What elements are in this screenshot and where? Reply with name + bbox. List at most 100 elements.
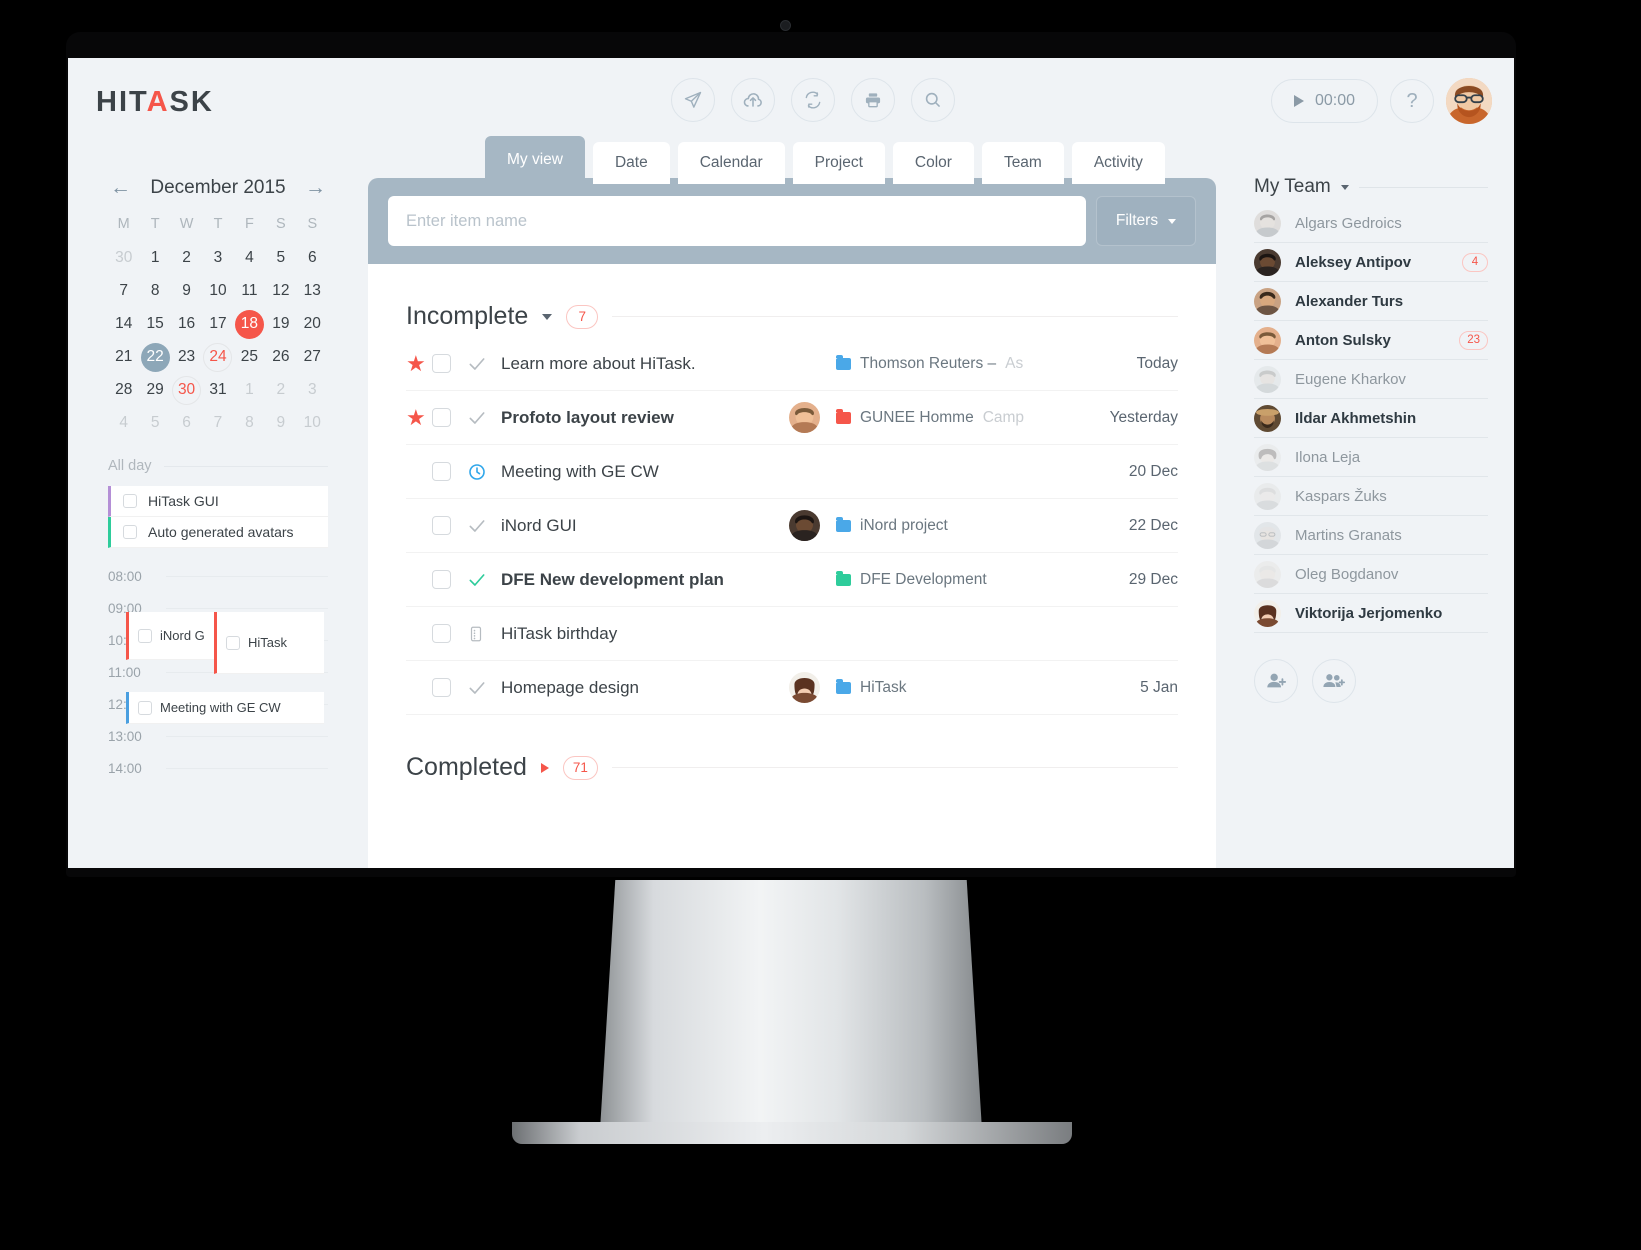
- calendar-day[interactable]: 8: [139, 276, 170, 306]
- event-checkbox[interactable]: [138, 628, 152, 643]
- star-icon-filled[interactable]: ★: [406, 352, 432, 375]
- event-checkbox[interactable]: [138, 700, 152, 715]
- team-member-row[interactable]: Kaspars Žuks: [1254, 477, 1488, 516]
- calendar-day[interactable]: 17: [202, 309, 233, 339]
- calendar-day[interactable]: 22: [139, 342, 170, 372]
- calendar-day[interactable]: 8: [234, 408, 265, 438]
- task-row[interactable]: ★ iNord GUI iNord project 22 Dec: [406, 499, 1178, 553]
- all-day-event[interactable]: HiTask GUI: [108, 486, 328, 517]
- calendar-day[interactable]: 4: [234, 243, 265, 273]
- team-member-row[interactable]: Anton Sulsky 23: [1254, 321, 1488, 360]
- task-title[interactable]: HiTask birthday: [501, 624, 789, 644]
- chevron-right-icon[interactable]: [540, 762, 549, 773]
- calendar-day[interactable]: 2: [265, 375, 296, 405]
- task-checkbox[interactable]: [432, 624, 451, 643]
- calendar-day[interactable]: 19: [265, 309, 296, 339]
- calendar-day[interactable]: 9: [265, 408, 296, 438]
- star-icon-empty[interactable]: ★: [406, 569, 432, 591]
- task-row[interactable]: ★ Meeting with GE CW 20 Dec: [406, 445, 1178, 499]
- task-checkbox[interactable]: [432, 354, 451, 373]
- calendar-day[interactable]: 3: [202, 243, 233, 273]
- calendar-day[interactable]: 25: [234, 342, 265, 372]
- calendar-day[interactable]: 1: [234, 375, 265, 405]
- calendar-day[interactable]: 23: [171, 342, 202, 372]
- star-icon-empty[interactable]: ★: [406, 623, 432, 645]
- task-project[interactable]: GUNEE Homme Camp: [836, 408, 1086, 427]
- add-group-icon[interactable]: [1312, 659, 1356, 703]
- task-assignee-avatar[interactable]: [789, 510, 820, 541]
- event-checkbox[interactable]: [123, 494, 137, 508]
- tab-date[interactable]: Date: [592, 142, 670, 184]
- calendar-day[interactable]: 10: [202, 276, 233, 306]
- avatar[interactable]: [1446, 78, 1492, 124]
- task-title[interactable]: Profoto layout review: [501, 408, 789, 428]
- calendar-day[interactable]: 29: [139, 375, 170, 405]
- task-title[interactable]: Homepage design: [501, 678, 789, 698]
- team-member-row[interactable]: Viktorija Jerjomenko: [1254, 594, 1488, 633]
- calendar-day[interactable]: 7: [108, 276, 139, 306]
- calendar-day[interactable]: 1: [139, 243, 170, 273]
- task-row[interactable]: ★ Profoto layout review GUNEE Homme Camp Ye…: [406, 391, 1178, 445]
- star-icon-empty[interactable]: ★: [406, 515, 432, 537]
- calendar-day[interactable]: 10: [297, 408, 328, 438]
- tab-my-view[interactable]: My view: [485, 136, 585, 184]
- team-member-row[interactable]: Ildar Akhmetshin: [1254, 399, 1488, 438]
- send-icon[interactable]: [671, 78, 715, 122]
- sync-icon[interactable]: [791, 78, 835, 122]
- task-assignee-avatar[interactable]: [789, 402, 820, 433]
- search-icon[interactable]: [911, 78, 955, 122]
- tab-color[interactable]: Color: [892, 142, 974, 184]
- task-title[interactable]: Learn more about HiTask.: [501, 354, 789, 374]
- chevron-down-icon[interactable]: [1340, 184, 1349, 190]
- task-project[interactable]: iNord project: [836, 516, 1086, 535]
- calendar-day[interactable]: 11: [234, 276, 265, 306]
- chevron-down-icon[interactable]: [542, 313, 553, 320]
- calendar-day[interactable]: 30: [171, 375, 202, 405]
- star-icon-empty[interactable]: ★: [406, 461, 432, 483]
- task-title[interactable]: Meeting with GE CW: [501, 462, 789, 482]
- calendar-day[interactable]: 5: [265, 243, 296, 273]
- task-project[interactable]: Thomson Reuters – As: [836, 354, 1086, 373]
- team-member-row[interactable]: Algars Gedroics: [1254, 204, 1488, 243]
- help-button[interactable]: ?: [1390, 79, 1434, 123]
- calendar-day[interactable]: 6: [297, 243, 328, 273]
- calendar-next-button[interactable]: →: [305, 176, 326, 200]
- calendar-day[interactable]: 14: [108, 309, 139, 339]
- calendar-day[interactable]: 12: [265, 276, 296, 306]
- all-day-event[interactable]: Auto generated avatars: [108, 517, 328, 548]
- print-icon[interactable]: [851, 78, 895, 122]
- calendar-day[interactable]: 18: [234, 309, 265, 339]
- app-logo[interactable]: HITASK: [96, 86, 214, 119]
- task-row[interactable]: ★ Learn more about HiTask. Thomson Reuters…: [406, 337, 1178, 391]
- calendar-day[interactable]: 4: [108, 408, 139, 438]
- cloud-upload-icon[interactable]: [731, 78, 775, 122]
- calendar-day[interactable]: 28: [108, 375, 139, 405]
- star-icon-empty[interactable]: ★: [406, 677, 432, 699]
- tab-team[interactable]: Team: [981, 142, 1064, 184]
- calendar-day[interactable]: 2: [171, 243, 202, 273]
- calendar-day[interactable]: 24: [202, 342, 233, 372]
- task-assignee-avatar[interactable]: [789, 672, 820, 703]
- task-row[interactable]: ★ DFE New development plan DFE Development…: [406, 553, 1178, 607]
- tab-project[interactable]: Project: [792, 142, 885, 184]
- star-icon-filled[interactable]: ★: [406, 406, 432, 429]
- tab-activity[interactable]: Activity: [1071, 142, 1165, 184]
- calendar-day[interactable]: 9: [171, 276, 202, 306]
- task-project[interactable]: DFE Development: [836, 570, 1086, 589]
- team-member-row[interactable]: Eugene Kharkov: [1254, 360, 1488, 399]
- timer-button[interactable]: 00:00: [1270, 79, 1378, 123]
- calendar-day[interactable]: 27: [297, 342, 328, 372]
- team-member-row[interactable]: Martins Granats: [1254, 516, 1488, 555]
- event-checkbox[interactable]: [226, 635, 240, 650]
- timeline-event[interactable]: iNord G: [126, 612, 214, 660]
- calendar-day[interactable]: 5: [139, 408, 170, 438]
- add-person-icon[interactable]: [1254, 659, 1298, 703]
- incomplete-section-header[interactable]: Incomplete 7: [406, 302, 1178, 331]
- task-project[interactable]: HiTask: [836, 678, 1086, 697]
- team-member-row[interactable]: Alexander Turs: [1254, 282, 1488, 321]
- filters-button[interactable]: Filters: [1096, 196, 1196, 246]
- completed-section-header[interactable]: Completed 71: [406, 753, 1178, 782]
- calendar-day[interactable]: 26: [265, 342, 296, 372]
- tab-calendar[interactable]: Calendar: [677, 142, 785, 184]
- calendar-day[interactable]: 30: [108, 243, 139, 273]
